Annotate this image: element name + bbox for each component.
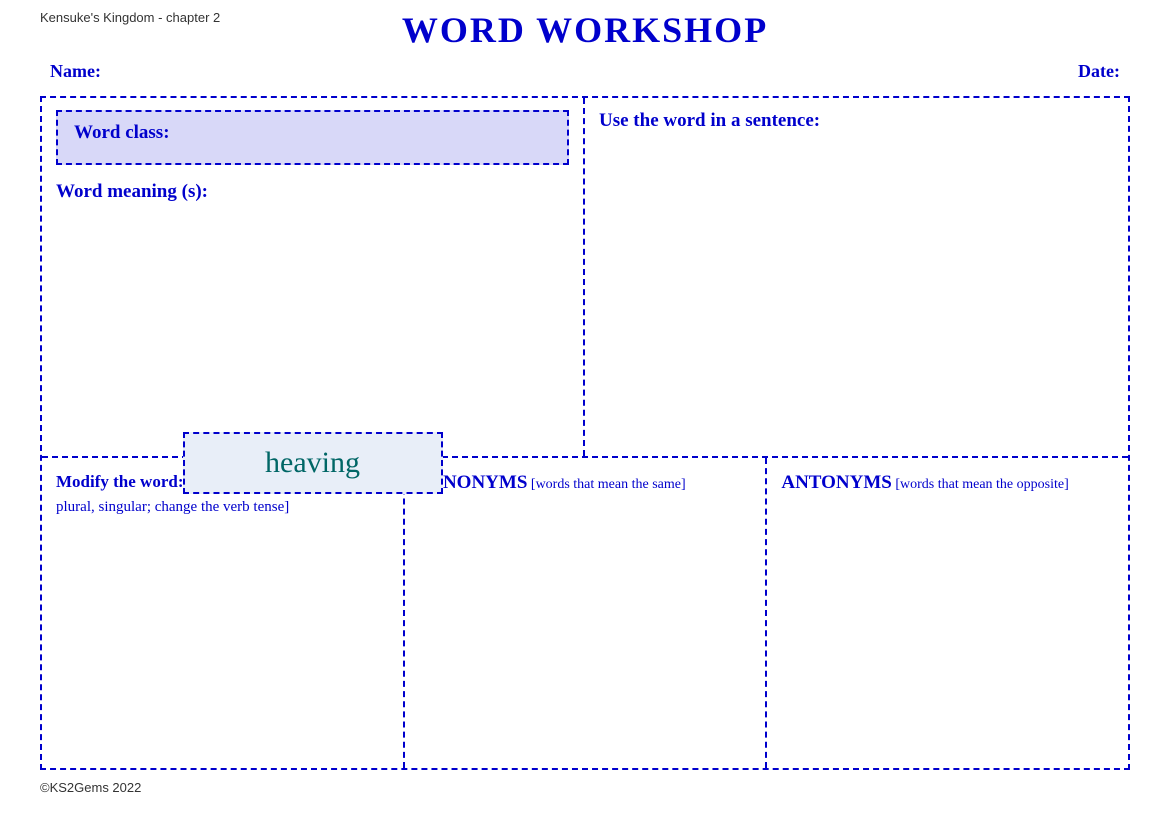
synonyms-label: SYNONYMS [words that mean the same] bbox=[419, 470, 752, 497]
synonyms-col: SYNONYMS [words that mean the same] bbox=[405, 458, 768, 768]
footer-label: ©KS2Gems 2022 bbox=[40, 780, 1130, 795]
antonyms-bold: ANTONYMS bbox=[781, 472, 892, 493]
center-word-container: heaving bbox=[183, 432, 443, 494]
name-label: Name: bbox=[50, 61, 101, 82]
modify-col: Modify the word: [add a prefix or a suff… bbox=[42, 458, 405, 768]
left-panel: Word class: Word meaning (s): heaving bbox=[42, 98, 585, 456]
word-meaning-label: Word meaning (s): bbox=[56, 181, 569, 203]
synonyms-normal: [words that mean the same] bbox=[527, 477, 685, 492]
date-label: Date: bbox=[1078, 61, 1120, 82]
main-grid: Word class: Word meaning (s): heaving Us… bbox=[40, 96, 1130, 770]
word-class-label: Word class: bbox=[74, 122, 170, 143]
modify-bold: Modify the word: bbox=[56, 472, 183, 491]
center-word-box: heaving bbox=[183, 432, 443, 494]
antonyms-col: ANTONYMS [words that mean the opposite] bbox=[767, 458, 1128, 768]
use-word-label: Use the word in a sentence: bbox=[599, 110, 1114, 132]
bottom-row: Modify the word: [add a prefix or a suff… bbox=[42, 458, 1128, 768]
word-class-box[interactable]: Word class: bbox=[56, 110, 569, 165]
antonyms-label: ANTONYMS [words that mean the opposite] bbox=[781, 470, 1114, 497]
top-row: Word class: Word meaning (s): heaving Us… bbox=[42, 98, 1128, 458]
right-panel: Use the word in a sentence: bbox=[585, 98, 1128, 456]
antonyms-normal: [words that mean the opposite] bbox=[892, 477, 1069, 492]
